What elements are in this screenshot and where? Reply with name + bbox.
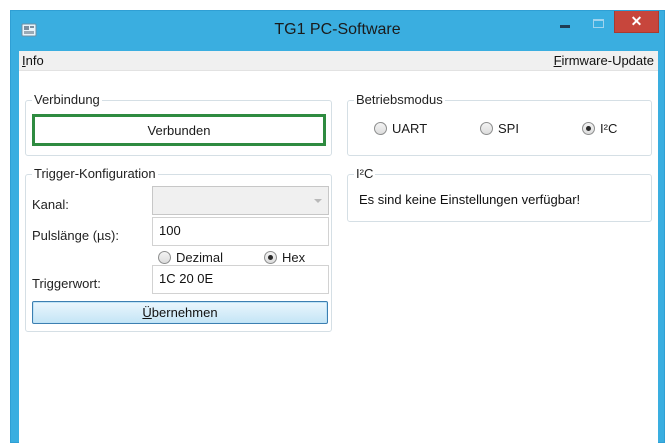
client-area: Info Firmware-Update Verbindung Verbunde… xyxy=(19,51,658,443)
radio-spi[interactable]: SPI xyxy=(480,121,519,136)
group-verbindung-label: Verbindung xyxy=(32,92,102,107)
close-icon: ✕ xyxy=(630,13,643,29)
maximize-button[interactable] xyxy=(584,11,612,35)
radio-dezimal-circle xyxy=(158,251,171,264)
menu-bar: Info Firmware-Update xyxy=(19,51,658,71)
group-trigger-konfiguration: Trigger-Konfiguration Kanal: Pulslänge (… xyxy=(25,166,332,332)
menu-firmware-label: irmware-Update xyxy=(561,53,654,68)
uebernehmen-button[interactable]: Übernehmen xyxy=(32,301,328,324)
group-verbindung: Verbindung Verbunden xyxy=(25,92,332,156)
group-i2c-label: I²C xyxy=(354,166,376,181)
pulslaenge-label: Pulslänge (µs): xyxy=(32,228,119,243)
minimize-button[interactable] xyxy=(551,11,579,35)
radio-hex-circle xyxy=(264,251,277,264)
pulslaenge-input[interactable]: 100 xyxy=(152,217,329,246)
radio-i2c[interactable]: I²C xyxy=(582,121,617,136)
radio-spi-label: SPI xyxy=(498,121,519,136)
kanal-combobox[interactable] xyxy=(152,186,329,215)
radio-i2c-circle xyxy=(582,122,595,135)
radio-dezimal-label: Dezimal xyxy=(176,250,223,265)
group-i2c: I²C Es sind keine Einstellungen verfügba… xyxy=(347,166,652,222)
group-betriebsmodus: Betriebsmodus UART SPI I²C xyxy=(347,92,652,156)
menu-info[interactable]: Info xyxy=(22,53,44,68)
menu-firmware-mnemonic: F xyxy=(553,53,562,68)
connection-status: Verbunden xyxy=(32,114,326,146)
i2c-message: Es sind keine Einstellungen verfügbar! xyxy=(359,192,581,207)
radio-spi-circle xyxy=(480,122,493,135)
triggerwort-label: Triggerwort: xyxy=(32,276,101,291)
radio-hex-label: Hex xyxy=(282,250,306,265)
radio-i2c-label: I²C xyxy=(600,121,618,136)
kanal-label: Kanal: xyxy=(32,197,69,212)
group-betriebsmodus-label: Betriebsmodus xyxy=(354,92,445,107)
menu-firmware-update[interactable]: Firmware-Update xyxy=(554,53,654,68)
close-button[interactable]: ✕ xyxy=(614,11,659,33)
radio-uart-label: UART xyxy=(392,121,428,136)
radio-hex[interactable]: Hex xyxy=(264,250,305,265)
uebernehmen-label: bernehmen xyxy=(151,305,218,320)
triggerwort-input[interactable]: 1C 20 0E xyxy=(152,265,329,294)
menu-info-label: nfo xyxy=(25,53,44,68)
uebernehmen-mnemonic: Ü xyxy=(142,305,152,320)
minimize-icon xyxy=(560,24,570,28)
group-trigger-label: Trigger-Konfiguration xyxy=(32,166,158,181)
chevron-down-icon xyxy=(314,199,322,203)
title-bar[interactable]: TG1 PC-Software ✕ xyxy=(11,11,664,51)
radio-uart[interactable]: UART xyxy=(374,121,427,136)
radio-dezimal[interactable]: Dezimal xyxy=(158,250,223,265)
app-window: TG1 PC-Software ✕ Info Firmware-Update V… xyxy=(10,10,665,443)
maximize-icon xyxy=(592,18,604,28)
radio-uart-circle xyxy=(374,122,387,135)
